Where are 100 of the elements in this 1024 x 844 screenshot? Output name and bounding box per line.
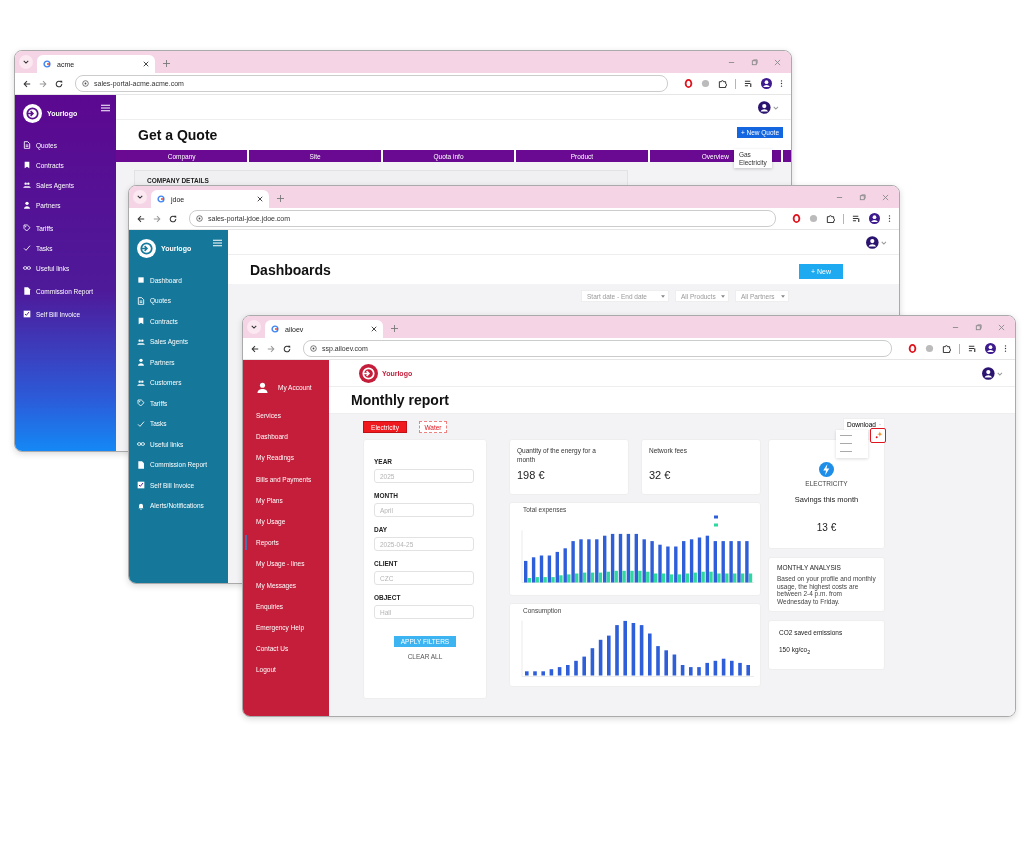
avatar-icon[interactable]: [869, 213, 880, 224]
page-title: Monthly report: [351, 392, 449, 408]
logo-icon: [137, 239, 156, 258]
chart-bar: [689, 667, 693, 676]
chart-bar: [541, 671, 545, 676]
reload-icon[interactable]: [283, 344, 291, 353]
file-icon: [137, 460, 145, 469]
puzzle-icon[interactable]: [826, 214, 835, 223]
chart-bar: [697, 667, 701, 676]
legend-swatch: [714, 523, 718, 527]
menu-icon[interactable]: [213, 239, 222, 247]
forward-icon[interactable]: [267, 344, 275, 353]
lightning-icon: [819, 462, 834, 477]
more-icon[interactable]: [1004, 344, 1007, 353]
chart-bar: [598, 639, 603, 676]
chart-bar: [623, 620, 627, 676]
chevron-icon: [137, 195, 143, 199]
check-icon: [23, 244, 31, 252]
document-icon: [137, 296, 145, 305]
dropdown-arrow-icon: [721, 294, 725, 298]
sparkle-icon: [873, 430, 883, 440]
chart-bar: [664, 650, 668, 676]
chart-bar: [713, 660, 718, 676]
site-info-icon: [310, 345, 317, 352]
check-icon: [137, 419, 145, 428]
puzzle-icon[interactable]: [942, 344, 951, 353]
stat-value: 198 €: [517, 469, 546, 481]
ring-icon[interactable]: [792, 214, 801, 223]
reload-icon[interactable]: [55, 79, 63, 88]
close-icon[interactable]: [143, 61, 149, 67]
people-icon: [137, 337, 145, 346]
link-icon: [23, 264, 31, 272]
logo-icon: [359, 363, 378, 383]
tag-icon: [23, 224, 31, 232]
back-icon[interactable]: [251, 344, 259, 353]
people-icon: [137, 378, 145, 387]
bell-icon: [137, 501, 145, 510]
logo-icon: [23, 104, 42, 123]
chart-bar: [639, 625, 644, 676]
avatar-icon[interactable]: [761, 78, 772, 89]
page-title: Get a Quote: [138, 127, 218, 143]
playlist-icon[interactable]: [744, 79, 753, 88]
new-tab-icon[interactable]: [391, 325, 398, 332]
close-icon[interactable]: [371, 326, 377, 332]
bookmark-icon: [23, 161, 31, 169]
site-info-icon: [196, 215, 203, 222]
site-info-icon: [82, 80, 89, 87]
link-icon: [137, 440, 145, 449]
dropdown-arrow-icon: [781, 294, 785, 298]
site-icon: [271, 325, 279, 333]
chevron-icon: [251, 325, 257, 329]
forward-icon[interactable]: [153, 214, 161, 223]
back-icon[interactable]: [23, 79, 31, 88]
document-icon: [23, 141, 31, 149]
chart-bar: [656, 646, 660, 676]
page-title: Dashboards: [250, 261, 331, 278]
chart-bar: [648, 633, 652, 676]
legend-swatch: [714, 515, 718, 519]
menu-icon[interactable]: [101, 104, 110, 112]
chart-bar: [525, 671, 529, 676]
person-icon: [23, 201, 31, 209]
reload-icon[interactable]: [169, 214, 177, 223]
site-icon: [43, 60, 51, 68]
avatar-icon[interactable]: [866, 235, 887, 249]
chart-bar: [590, 648, 595, 676]
chevron-icon: [23, 60, 29, 64]
checkbox-icon: [23, 310, 31, 318]
chart-bar: [721, 658, 726, 676]
chart-bar: [705, 662, 709, 676]
more-icon[interactable]: [888, 214, 891, 223]
stat-value: 32 €: [649, 469, 672, 481]
new-tab-icon[interactable]: [163, 60, 170, 67]
playlist-icon[interactable]: [968, 344, 977, 353]
chart-bar: [557, 667, 562, 676]
avatar-icon[interactable]: [985, 343, 996, 354]
bookmark-icon: [137, 317, 145, 326]
chart-bar: [738, 662, 742, 676]
ring-icon[interactable]: [684, 79, 693, 88]
more-icon[interactable]: [780, 79, 783, 88]
people-icon: [23, 181, 31, 189]
close-icon[interactable]: [257, 196, 263, 202]
checkbox-icon: [137, 481, 145, 490]
ring-icon[interactable]: [908, 344, 917, 353]
chart-bar: [615, 625, 619, 676]
forward-icon[interactable]: [39, 79, 47, 88]
playlist-icon[interactable]: [852, 214, 861, 223]
site-icon: [157, 195, 165, 203]
chart-bar: [533, 671, 537, 676]
chart-bar: [607, 635, 611, 676]
chart-bar: [746, 665, 750, 676]
puzzle-icon[interactable]: [718, 79, 727, 88]
person-icon: [257, 382, 268, 393]
avatar-icon[interactable]: [982, 366, 1003, 380]
chart-bar: [582, 656, 586, 676]
chart-bar: [566, 665, 570, 676]
back-icon[interactable]: [137, 214, 145, 223]
avatar-icon[interactable]: [758, 100, 779, 114]
new-tab-icon[interactable]: [277, 195, 284, 202]
savings-value: 13 €: [816, 522, 837, 533]
tag-icon: [137, 399, 145, 408]
